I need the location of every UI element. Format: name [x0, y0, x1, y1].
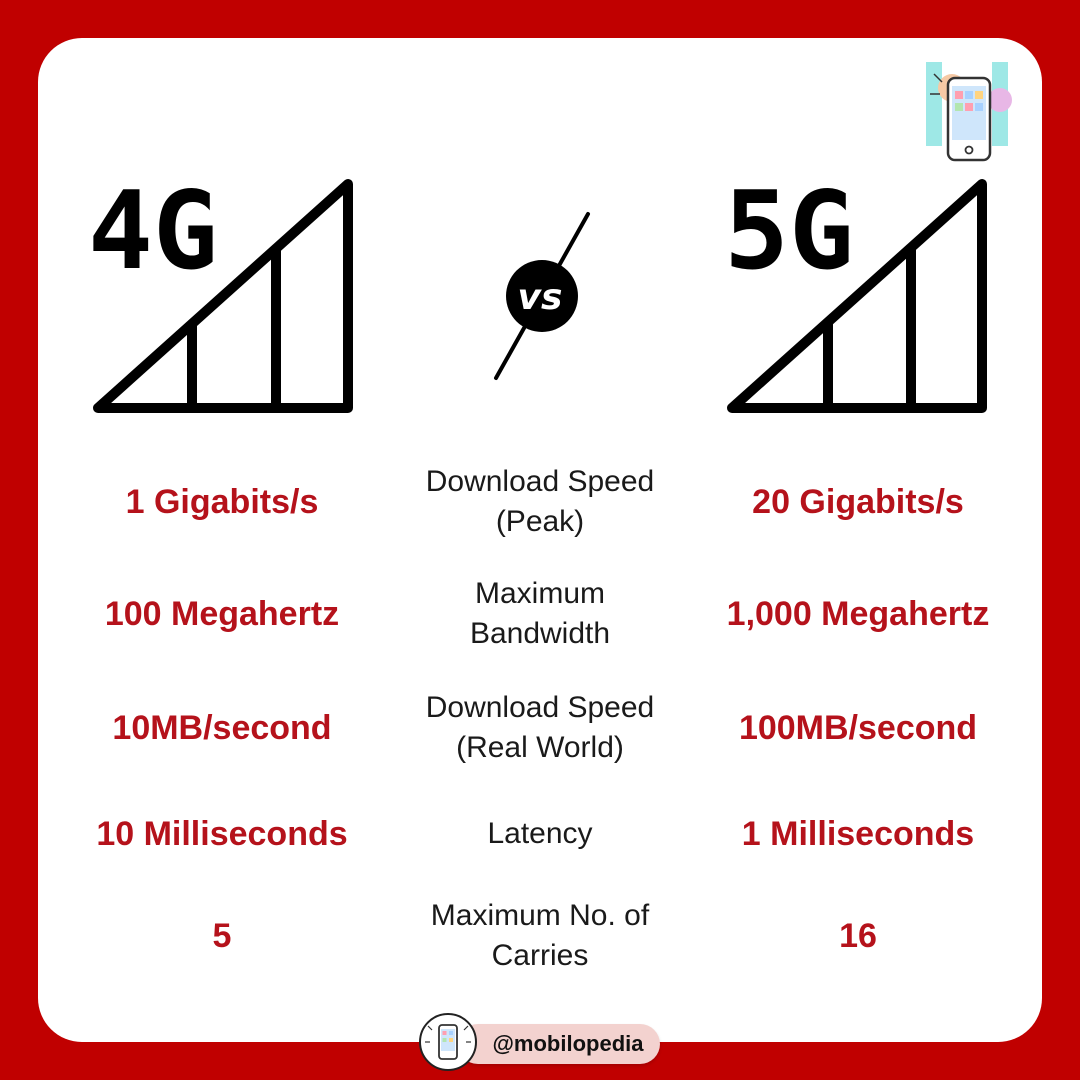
4g-value: 10 Milliseconds: [96, 814, 348, 853]
5g-heading: 5G: [724, 170, 854, 294]
5g-value: 1 Milliseconds: [741, 814, 975, 853]
5g-value: 16: [839, 916, 877, 955]
4g-value: 10MB/second: [112, 708, 332, 747]
4g-value: 1 Gigabits/s: [125, 482, 319, 521]
spec-label-line: Latency: [487, 817, 593, 850]
spec-label-line: Bandwidth: [469, 617, 611, 650]
spec-label: Download Speed (Real World): [392, 678, 688, 778]
spec-label: Maximum No. of Carries: [392, 886, 688, 986]
comparison-row: 10 Milliseconds Latency 1 Milliseconds: [0, 784, 1080, 884]
comparison-row: 10MB/second Download Speed (Real World) 1…: [0, 678, 1080, 778]
phone-logo-icon: [926, 62, 1012, 162]
comparison-row: 1 Gigabits/s Download Speed (Peak) 20 Gig…: [0, 452, 1080, 552]
spec-label-line: Maximum: [474, 577, 605, 610]
vs-icon: vs: [494, 212, 590, 380]
spec-label-line: (Peak): [495, 505, 585, 538]
4g-value: 100 Megahertz: [104, 594, 340, 633]
spec-label: Latency: [392, 784, 688, 884]
spec-label: Maximum Bandwidth: [392, 564, 688, 664]
spec-label-line: Download Speed: [425, 691, 655, 724]
comparison-row: 5 Maximum No. of Carries 16: [0, 886, 1080, 986]
phone-logo-icon: [419, 1013, 477, 1071]
4g-signal-icon: 4G: [88, 170, 353, 413]
spec-label: Download Speed (Peak): [392, 452, 688, 552]
spec-label-line: (Real World): [456, 731, 624, 764]
spec-label-line: Download Speed: [425, 465, 655, 498]
5g-value: 20 Gigabits/s: [752, 482, 964, 521]
vs-text: vs: [518, 277, 563, 318]
4g-heading: 4G: [88, 170, 218, 294]
spec-label-line: Maximum No. of: [430, 899, 650, 932]
5g-value: 1,000 Megahertz: [726, 594, 990, 633]
spec-label-line: Carries: [491, 939, 589, 972]
5g-value: 100MB/second: [738, 708, 978, 747]
handle-badge: @mobilopedia: [418, 1012, 662, 1072]
5g-signal-icon: 5G: [724, 170, 987, 413]
comparison-row: 100 Megahertz Maximum Bandwidth 1,000 Meg…: [0, 564, 1080, 664]
handle-text: @mobilopedia: [458, 1024, 660, 1064]
4g-value: 5: [212, 916, 232, 955]
